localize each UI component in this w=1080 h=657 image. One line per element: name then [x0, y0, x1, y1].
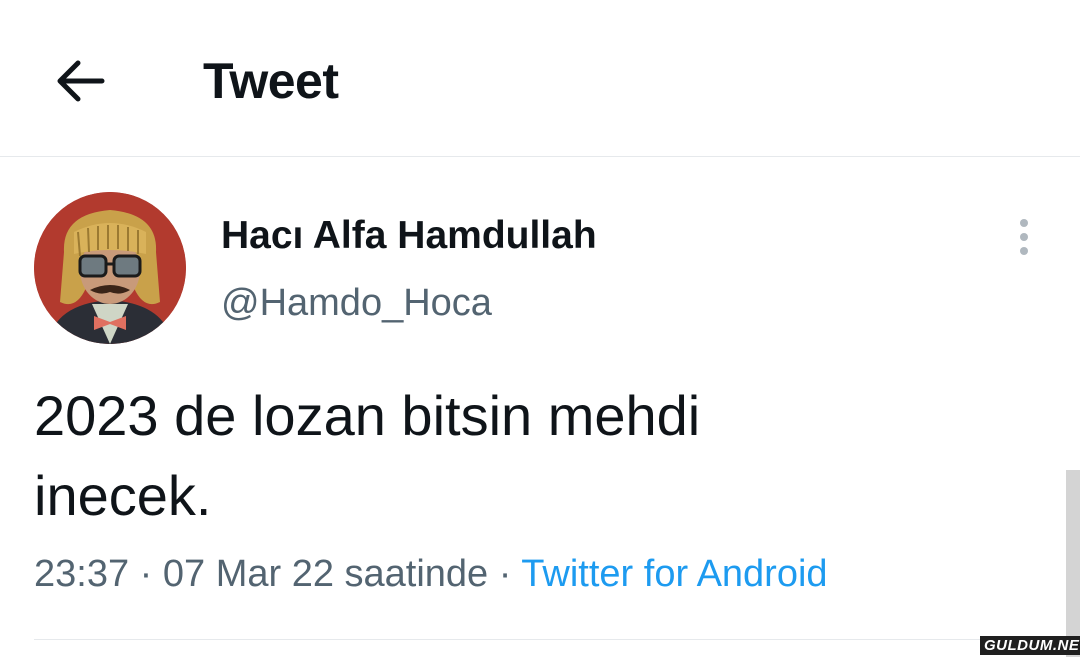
- arrow-left-icon: [57, 60, 105, 102]
- scrollbar[interactable]: [1066, 470, 1080, 657]
- page-title: Tweet: [203, 53, 339, 109]
- author-handle[interactable]: @Hamdo_Hoca: [221, 282, 492, 325]
- meta-separator: ·: [139, 553, 153, 595]
- more-options-button[interactable]: [1006, 215, 1042, 259]
- avatar[interactable]: [34, 192, 186, 344]
- back-button[interactable]: [50, 52, 108, 110]
- tweet-source-link[interactable]: Twitter for Android: [521, 553, 827, 595]
- tweet-text-line-1: 2023 de lozan bitsin mehdi: [34, 384, 701, 447]
- watermark: GULDUM.NET: [980, 636, 1080, 655]
- tweet-divider: [34, 639, 1044, 640]
- meta-separator-2: ·: [498, 553, 512, 595]
- tweet-time[interactable]: 23:37: [34, 553, 129, 595]
- tweet-text: 2023 de lozan bitsin mehdi inecek.: [34, 376, 934, 536]
- author-name[interactable]: Hacı Alfa Hamdullah: [221, 214, 597, 258]
- top-bar: Tweet: [0, 0, 1080, 157]
- tweet-text-line-2: inecek.: [34, 464, 212, 527]
- more-vertical-icon: [1020, 219, 1028, 255]
- avatar-image: [34, 192, 186, 344]
- header-divider: [0, 156, 1080, 157]
- tweet-date[interactable]: 07 Mar 22 saatinde: [163, 553, 488, 595]
- tweet-meta: 23:37 · 07 Mar 22 saatinde · Twitter for…: [34, 553, 828, 596]
